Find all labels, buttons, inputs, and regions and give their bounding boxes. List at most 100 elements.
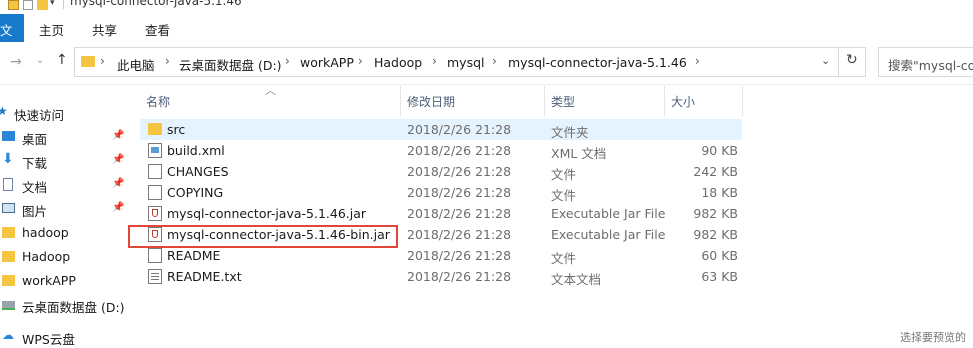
- sidebar-item-hadoop-upper[interactable]: Hadoop: [0, 246, 128, 268]
- file-name: mysql-connector-java-5.1.46.jar: [167, 206, 367, 221]
- window-title: mysql-connector-java-5.1.46: [70, 0, 242, 8]
- tab-share[interactable]: 共享: [92, 20, 117, 39]
- file-icon: [148, 185, 162, 200]
- sidebar-item-drive-d[interactable]: 云桌面数据盘 (D:): [0, 294, 128, 316]
- drive-icon: [2, 301, 15, 310]
- file-type: XML 文档: [551, 146, 607, 161]
- column-divider[interactable]: [742, 86, 743, 116]
- file-date: 2018/2/26 21:28: [407, 206, 512, 221]
- search-placeholder: 搜索"mysql-con: [888, 58, 973, 73]
- chevron-down-icon[interactable]: ▾: [50, 0, 55, 8]
- file-row-readme[interactable]: README 2018/2/26 21:28 文件 60 KB: [140, 245, 742, 266]
- file-date: 2018/2/26 21:28: [407, 185, 512, 200]
- sidebar-item-documents[interactable]: 文档 📌: [0, 174, 128, 196]
- file-row-src[interactable]: src 2018/2/26 21:28 文件夹: [140, 119, 742, 140]
- sidebar-item-label: 快速访问: [14, 108, 65, 123]
- file-icon: [148, 164, 162, 179]
- breadcrumb-workapp[interactable]: workAPP: [300, 55, 354, 70]
- up-arrow-icon[interactable]: ↑: [56, 52, 68, 68]
- file-size: 63 KB: [701, 269, 738, 284]
- breadcrumb-separator-icon[interactable]: ›: [358, 54, 363, 68]
- file-name: src: [167, 122, 186, 137]
- tab-file[interactable]: 文件: [0, 14, 24, 57]
- file-date: 2018/2/26 21:28: [407, 269, 512, 284]
- file-name: build.xml: [167, 143, 225, 158]
- column-header-date[interactable]: 修改日期: [407, 93, 455, 110]
- refresh-icon: ↻: [846, 52, 858, 68]
- breadcrumb-separator-icon[interactable]: ›: [100, 54, 105, 68]
- properties-icon[interactable]: [23, 0, 33, 10]
- back-arrow-icon[interactable]: →: [10, 54, 22, 70]
- pin-icon[interactable]: 📌: [112, 178, 124, 189]
- sidebar-item-wps-cloud[interactable]: ☁ WPS云盘: [0, 326, 128, 348]
- address-bar[interactable]: › 此电脑 › 云桌面数据盘 (D:) › workAPP › Hadoop ›…: [74, 47, 866, 77]
- file-size: 242 KB: [693, 164, 738, 179]
- breadcrumb-separator-icon[interactable]: ›: [432, 54, 437, 68]
- breadcrumb-separator-icon[interactable]: ›: [695, 54, 700, 68]
- column-header-size[interactable]: 大小: [671, 93, 695, 110]
- column-divider[interactable]: [544, 86, 545, 116]
- file-size: 18 KB: [701, 185, 738, 200]
- file-size: 982 KB: [693, 227, 738, 242]
- sidebar-item-pictures[interactable]: 图片 📌: [0, 198, 128, 220]
- file-row-build-xml[interactable]: build.xml 2018/2/26 21:28 XML 文档 90 KB: [140, 140, 742, 161]
- file-type: 文件: [551, 251, 577, 266]
- refresh-button[interactable]: ↻: [838, 47, 866, 77]
- breadcrumb-separator-icon[interactable]: ›: [492, 54, 497, 68]
- text-file-icon: [148, 269, 162, 284]
- recent-dropdown-icon[interactable]: ⌄: [36, 55, 44, 66]
- sidebar-item-label: 云桌面数据盘 (D:): [22, 300, 125, 315]
- file-row-readme-txt[interactable]: README.txt 2018/2/26 21:28 文本文档 63 KB: [140, 266, 742, 287]
- file-date: 2018/2/26 21:28: [407, 248, 512, 263]
- file-name: README.txt: [167, 269, 242, 284]
- file-type: 文本文档: [551, 272, 602, 287]
- breadcrumb-separator-icon[interactable]: ›: [285, 54, 290, 68]
- breadcrumb-drive[interactable]: 云桌面数据盘 (D:): [179, 55, 282, 74]
- sidebar-item-workapp[interactable]: workAPP: [0, 270, 128, 292]
- folder-icon: [2, 275, 15, 286]
- sidebar-item-desktop[interactable]: 桌面 📌: [0, 126, 128, 148]
- star-icon: ★: [0, 104, 8, 118]
- column-divider[interactable]: [400, 86, 401, 116]
- pin-icon[interactable]: 📌: [112, 130, 124, 141]
- sidebar-item-label: 图片: [22, 204, 48, 219]
- breadcrumb-separator-icon[interactable]: ›: [165, 54, 170, 68]
- cloud-icon: ☁: [2, 328, 14, 342]
- pin-icon[interactable]: 📌: [112, 202, 124, 213]
- file-type: 文件: [551, 167, 577, 182]
- column-header-type[interactable]: 类型: [551, 93, 575, 110]
- jar-file-icon: [148, 206, 162, 221]
- file-type: 文件: [551, 188, 577, 203]
- file-date: 2018/2/26 21:28: [407, 122, 512, 137]
- address-dropdown-button[interactable]: ⌄: [815, 48, 837, 76]
- file-icon: [148, 248, 162, 263]
- pin-icon[interactable]: 📌: [112, 154, 124, 165]
- sidebar-item-downloads[interactable]: ⬇ 下载 📌: [0, 150, 128, 172]
- tab-home[interactable]: 主页: [39, 20, 64, 39]
- file-date: 2018/2/26 21:28: [407, 227, 512, 242]
- folder-icon[interactable]: [8, 0, 19, 10]
- sort-ascending-icon: ︿: [265, 84, 276, 97]
- file-date: 2018/2/26 21:28: [407, 164, 512, 179]
- file-name: README: [167, 248, 221, 263]
- sidebar-item-quick-access[interactable]: ★ 快速访问: [0, 102, 128, 124]
- tab-view[interactable]: 查看: [145, 20, 170, 39]
- search-input[interactable]: 搜索"mysql-con: [878, 47, 973, 77]
- column-header-name[interactable]: 名称: [146, 93, 170, 110]
- file-size: 60 KB: [701, 248, 738, 263]
- annotation-highlight-box: [128, 225, 398, 248]
- sidebar-item-label: Hadoop: [22, 249, 71, 264]
- file-row-connector-jar[interactable]: mysql-connector-java-5.1.46.jar 2018/2/2…: [140, 203, 742, 224]
- sidebar-item-label: workAPP: [22, 273, 76, 288]
- file-row-copying[interactable]: COPYING 2018/2/26 21:28 文件 18 KB: [140, 182, 742, 203]
- breadcrumb-this-pc[interactable]: 此电脑: [117, 55, 155, 74]
- breadcrumb-current-folder[interactable]: mysql-connector-java-5.1.46: [508, 55, 687, 70]
- new-folder-icon[interactable]: [37, 0, 48, 10]
- picture-icon: [2, 203, 15, 213]
- sidebar-item-hadoop[interactable]: hadoop: [0, 222, 128, 244]
- breadcrumb-hadoop[interactable]: Hadoop: [374, 55, 422, 70]
- file-date: 2018/2/26 21:28: [407, 143, 512, 158]
- file-row-changes[interactable]: CHANGES 2018/2/26 21:28 文件 242 KB: [140, 161, 742, 182]
- column-divider[interactable]: [664, 86, 665, 116]
- breadcrumb-mysql[interactable]: mysql: [447, 55, 485, 70]
